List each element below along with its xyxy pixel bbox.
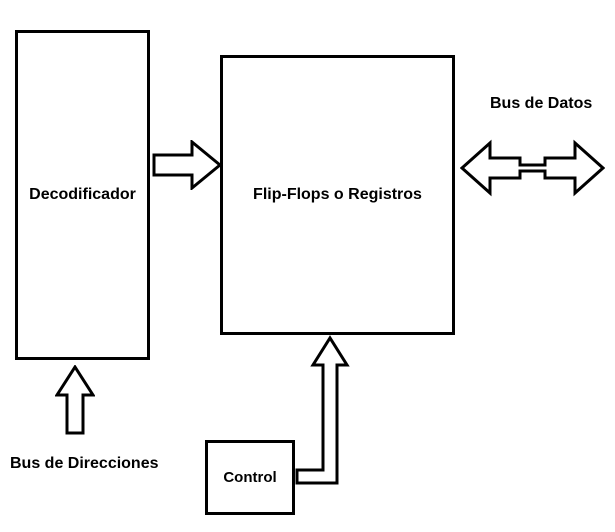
arrow-busdirecciones-to-decodificador-icon: [55, 365, 95, 435]
label-bus-datos: Bus de Datos: [490, 95, 592, 113]
block-control: Control: [205, 440, 295, 515]
label-bus-direcciones: Bus de Direcciones: [10, 455, 159, 473]
block-flipflops: Flip-Flops o Registros: [220, 55, 455, 335]
block-control-label: Control: [223, 469, 276, 486]
block-decodificador-label: Decodificador: [29, 186, 136, 204]
block-flipflops-label: Flip-Flops o Registros: [253, 186, 422, 204]
arrow-control-to-flipflops-icon: [295, 335, 365, 485]
arrow-decodificador-to-flipflops-icon: [152, 140, 222, 190]
block-decodificador: Decodificador: [15, 30, 150, 360]
arrow-flipflops-busdatos-icon: [460, 138, 605, 198]
